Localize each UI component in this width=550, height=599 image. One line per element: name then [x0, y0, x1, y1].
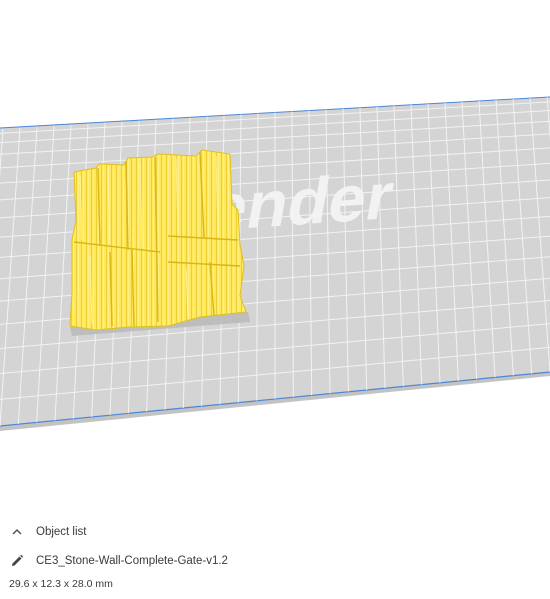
object-list-label: Object list: [36, 526, 87, 538]
object-name: CE3_Stone-Wall-Complete-Gate-v1.2: [36, 555, 228, 567]
build-plate-view[interactable]: ender: [0, 0, 550, 599]
object-dimensions: 29.6 x 12.3 x 28.0 mm: [9, 578, 113, 590]
3d-viewport[interactable]: ender: [0, 0, 550, 599]
pencil-icon[interactable]: [8, 552, 26, 570]
object-list-toggle[interactable]: Object list: [8, 522, 87, 542]
object-list-item[interactable]: CE3_Stone-Wall-Complete-Gate-v1.2: [8, 551, 228, 571]
chevron-up-icon: [8, 523, 26, 541]
3d-model[interactable]: [69, 149, 247, 331]
